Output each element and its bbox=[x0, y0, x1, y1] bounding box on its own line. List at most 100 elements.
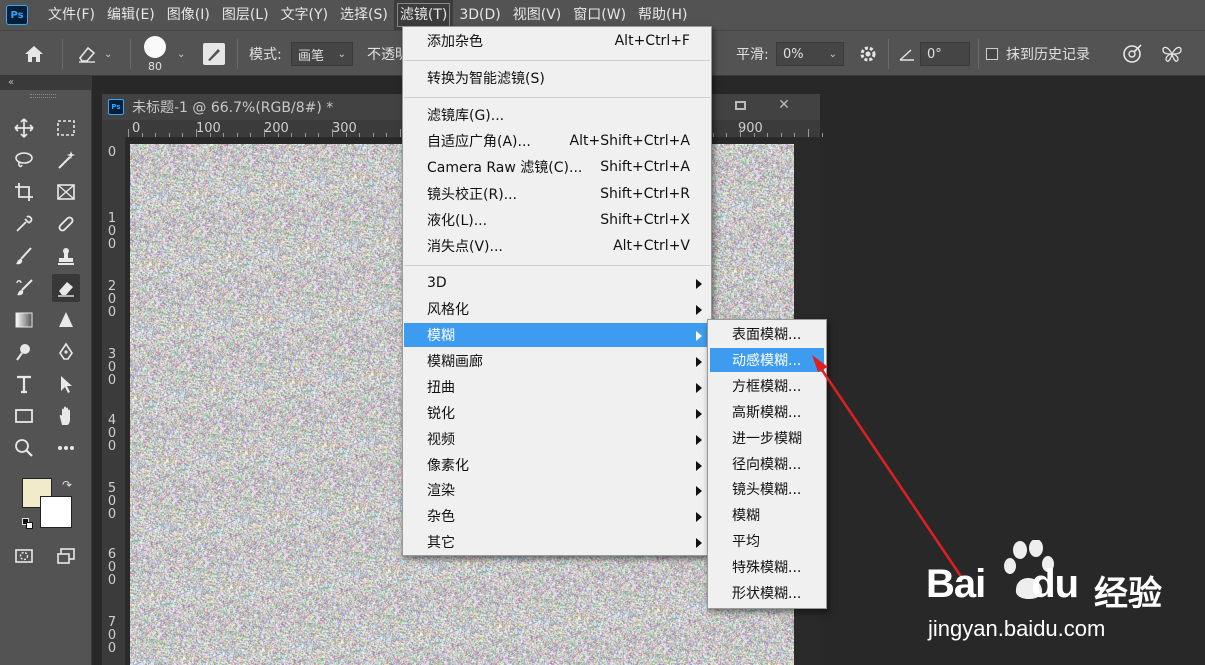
pen-tool-icon[interactable] bbox=[52, 338, 80, 366]
blur-submenu-item[interactable]: 平均 bbox=[710, 529, 824, 553]
filter-menu-item[interactable]: 转换为智能滤镜(S) bbox=[404, 66, 710, 90]
filter-menu-item[interactable]: 液化(L)... Shift+Ctrl+X bbox=[404, 208, 710, 232]
menu-4[interactable]: 文字(Y) bbox=[275, 0, 334, 30]
path-selection-tool-icon[interactable] bbox=[52, 370, 80, 398]
menu-0[interactable]: 文件(F) bbox=[42, 0, 101, 30]
eraser-tool-icon[interactable] bbox=[52, 274, 80, 302]
menu-2[interactable]: 图像(I) bbox=[161, 0, 216, 30]
filter-menu-item[interactable]: 滤镜库(G)... bbox=[404, 103, 710, 127]
blur-submenu-item[interactable]: 动感模糊... bbox=[710, 347, 824, 372]
filter-menu-item[interactable]: 视频 bbox=[404, 427, 710, 451]
smoothing-options-gear-icon[interactable] bbox=[858, 31, 878, 77]
document-ps-icon: Ps bbox=[108, 99, 124, 115]
submenu-arrow-icon bbox=[696, 382, 702, 393]
menu-separator bbox=[404, 60, 710, 61]
filter-menu-item-label: 模糊 bbox=[427, 328, 455, 344]
symmetry-butterfly-icon[interactable] bbox=[1160, 31, 1184, 77]
filter-menu-item-label: 添加杂色 bbox=[427, 34, 483, 50]
menu-1[interactable]: 编辑(E) bbox=[101, 0, 161, 30]
eraser-tool-preset-icon[interactable]: ⌄ bbox=[76, 31, 112, 77]
filter-menu-item-label: 转换为智能滤镜(S) bbox=[427, 71, 545, 87]
blur-submenu-item[interactable]: 形状模糊... bbox=[710, 581, 824, 605]
photoshop-logo: Ps bbox=[6, 5, 28, 25]
filter-menu-item[interactable]: 其它 bbox=[404, 530, 710, 554]
clone-stamp-tool-icon[interactable] bbox=[52, 242, 80, 270]
watermark-brand: Bai bbox=[926, 562, 986, 606]
swap-colors-icon[interactable]: ↷ bbox=[62, 478, 72, 492]
crop-tool-icon[interactable] bbox=[10, 178, 38, 206]
submenu-arrow-icon bbox=[696, 279, 702, 290]
marquee-tool-icon[interactable] bbox=[52, 114, 80, 142]
filter-menu-item[interactable]: 模糊画廊 bbox=[404, 349, 710, 373]
submenu-arrow-icon bbox=[696, 486, 702, 497]
angle-icon bbox=[898, 31, 916, 77]
quick-mask-icon[interactable] bbox=[10, 542, 38, 570]
gradient-tool-icon[interactable] bbox=[10, 306, 38, 334]
history-checkbox[interactable]: 抹到历史记录 bbox=[986, 31, 1090, 77]
default-colors-icon[interactable] bbox=[22, 518, 34, 530]
ruler-label: 200 bbox=[264, 121, 289, 136]
filter-menu-item[interactable]: 添加杂色 Alt+Ctrl+F bbox=[404, 29, 710, 53]
filter-menu-item[interactable]: 自适应广角(A)... Alt+Shift+Ctrl+A bbox=[404, 129, 710, 153]
mode-label: 模式: bbox=[249, 47, 282, 63]
brush-size-picker[interactable]: 80 bbox=[144, 31, 166, 77]
angle-input[interactable]: 0° bbox=[920, 42, 970, 66]
pressure-opacity-icon[interactable] bbox=[1120, 31, 1144, 77]
filter-menu-item[interactable]: 消失点(V)... Alt+Ctrl+V bbox=[404, 234, 710, 258]
move-tool-icon[interactable] bbox=[10, 114, 38, 142]
ruler-label: 1 0 0 bbox=[107, 211, 117, 252]
lasso-tool-icon[interactable] bbox=[10, 146, 38, 174]
type-tool-icon[interactable] bbox=[10, 370, 38, 398]
blur-submenu-item[interactable]: 镜头模糊... bbox=[710, 477, 824, 501]
screen-mode-icon[interactable] bbox=[52, 542, 80, 570]
filter-menu-item[interactable]: 渲染 bbox=[404, 478, 710, 502]
blur-submenu-item[interactable]: 方框模糊... bbox=[710, 374, 824, 398]
menu-3[interactable]: 图层(L) bbox=[216, 0, 275, 30]
healing-brush-tool-icon[interactable] bbox=[52, 210, 80, 238]
brush-panel-icon[interactable] bbox=[203, 31, 225, 77]
mode-value: 画笔 bbox=[298, 48, 325, 64]
menu-separator bbox=[404, 265, 710, 267]
blur-submenu-item[interactable]: 模糊 bbox=[710, 503, 824, 527]
frame-tool-icon[interactable] bbox=[52, 178, 80, 206]
magic-wand-tool-icon[interactable] bbox=[52, 146, 80, 174]
mode-select[interactable]: 画笔 ⌄ bbox=[291, 42, 353, 66]
ruler-label: 3 0 0 bbox=[107, 347, 117, 388]
sharpen-tool-icon[interactable] bbox=[52, 306, 80, 334]
filter-menu-item[interactable]: 镜头校正(R)... Shift+Ctrl+R bbox=[404, 182, 710, 206]
menu-5[interactable]: 选择(S) bbox=[334, 0, 394, 30]
smooth-label: 平滑: bbox=[736, 47, 769, 63]
blur-submenu-item[interactable]: 表面模糊... bbox=[710, 322, 824, 346]
blur-submenu-item[interactable]: 高斯模糊... bbox=[710, 400, 824, 424]
close-icon[interactable]: ✕ bbox=[766, 94, 802, 116]
dodge-tool-icon[interactable] bbox=[10, 338, 38, 366]
filter-menu-item[interactable]: 模糊 bbox=[404, 323, 710, 347]
rectangle-tool-icon[interactable] bbox=[10, 402, 38, 430]
restore-button[interactable] bbox=[722, 94, 758, 116]
filter-menu-item[interactable]: 像素化 bbox=[404, 453, 710, 477]
more-tools-icon[interactable] bbox=[52, 434, 80, 462]
filter-menu-item[interactable]: 杂色 bbox=[404, 504, 710, 528]
home-icon[interactable] bbox=[22, 31, 46, 77]
blur-submenu-item[interactable]: 特殊模糊... bbox=[710, 555, 824, 579]
filter-menu-item-label: 液化(L)... bbox=[427, 212, 488, 229]
brush-tool-icon[interactable] bbox=[10, 242, 38, 270]
blur-submenu-item[interactable]: 进一步模糊 bbox=[710, 426, 824, 450]
vertical-ruler[interactable]: 0 1 0 0 2 0 0 3 0 0 4 0 0 5 0 0 6 0 0 7 0 0 bbox=[102, 138, 126, 665]
filter-menu-item[interactable]: 风格化 bbox=[404, 297, 710, 321]
brush-size-value: 80 bbox=[148, 59, 162, 73]
blur-submenu-item[interactable]: 径向模糊... bbox=[710, 452, 824, 476]
history-brush-tool-icon[interactable] bbox=[10, 274, 38, 302]
filter-menu-item[interactable]: 扭曲 bbox=[404, 375, 710, 399]
eyedropper-tool-icon[interactable] bbox=[10, 210, 38, 238]
background-color-swatch[interactable] bbox=[40, 496, 72, 528]
zoom-tool-icon[interactable] bbox=[10, 434, 38, 462]
menu-separator bbox=[404, 97, 710, 98]
filter-menu-item-label: 渲染 bbox=[427, 483, 455, 500]
smooth-input[interactable]: 0% ⌄ bbox=[776, 42, 844, 66]
toolbar-collapse-toggle[interactable]: « bbox=[0, 76, 92, 90]
hand-tool-icon[interactable] bbox=[52, 402, 80, 430]
filter-menu-item[interactable]: 3D bbox=[404, 271, 710, 295]
filter-menu-item[interactable]: 锐化 bbox=[404, 401, 710, 425]
filter-menu-item[interactable]: Camera Raw 滤镜(C)... Shift+Ctrl+A bbox=[404, 155, 710, 179]
